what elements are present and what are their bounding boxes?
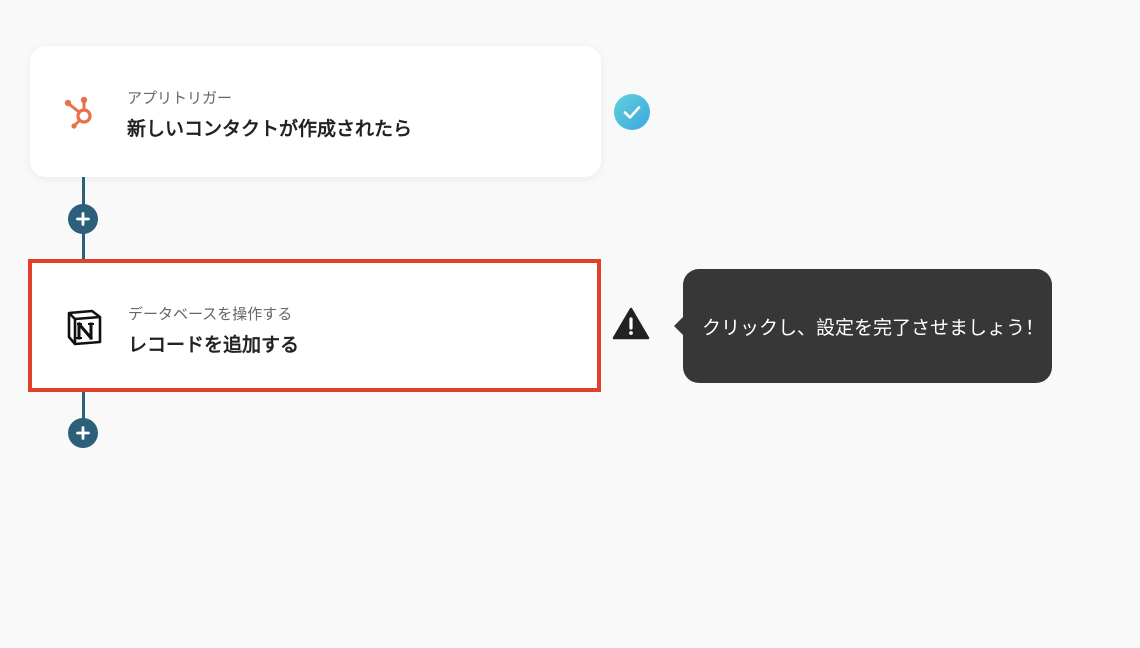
- trigger-step-card[interactable]: アプリトリガー 新しいコンタクトが作成されたら: [30, 46, 601, 177]
- plus-icon: [76, 426, 90, 440]
- tooltip-text: クリックし、設定を完了させましょう！: [702, 317, 1045, 339]
- trigger-caption: アプリトリガー: [127, 89, 233, 107]
- add-step-button[interactable]: [68, 418, 98, 448]
- trigger-title: 新しいコンタクトが作成されたら: [127, 118, 413, 140]
- action-title: レコードを追加する: [128, 334, 300, 356]
- plus-icon: [76, 212, 90, 226]
- connector-line: [82, 392, 85, 420]
- hubspot-icon: [62, 92, 102, 132]
- action-caption: データベースを操作する: [128, 305, 293, 323]
- add-step-button[interactable]: [68, 204, 98, 234]
- check-icon: [614, 94, 650, 130]
- action-step-card[interactable]: データベースを操作する レコードを追加する: [28, 259, 601, 392]
- warning-icon: [612, 307, 650, 341]
- setup-tooltip: クリックし、設定を完了させましょう！: [674, 269, 1052, 383]
- notion-icon: [64, 307, 104, 347]
